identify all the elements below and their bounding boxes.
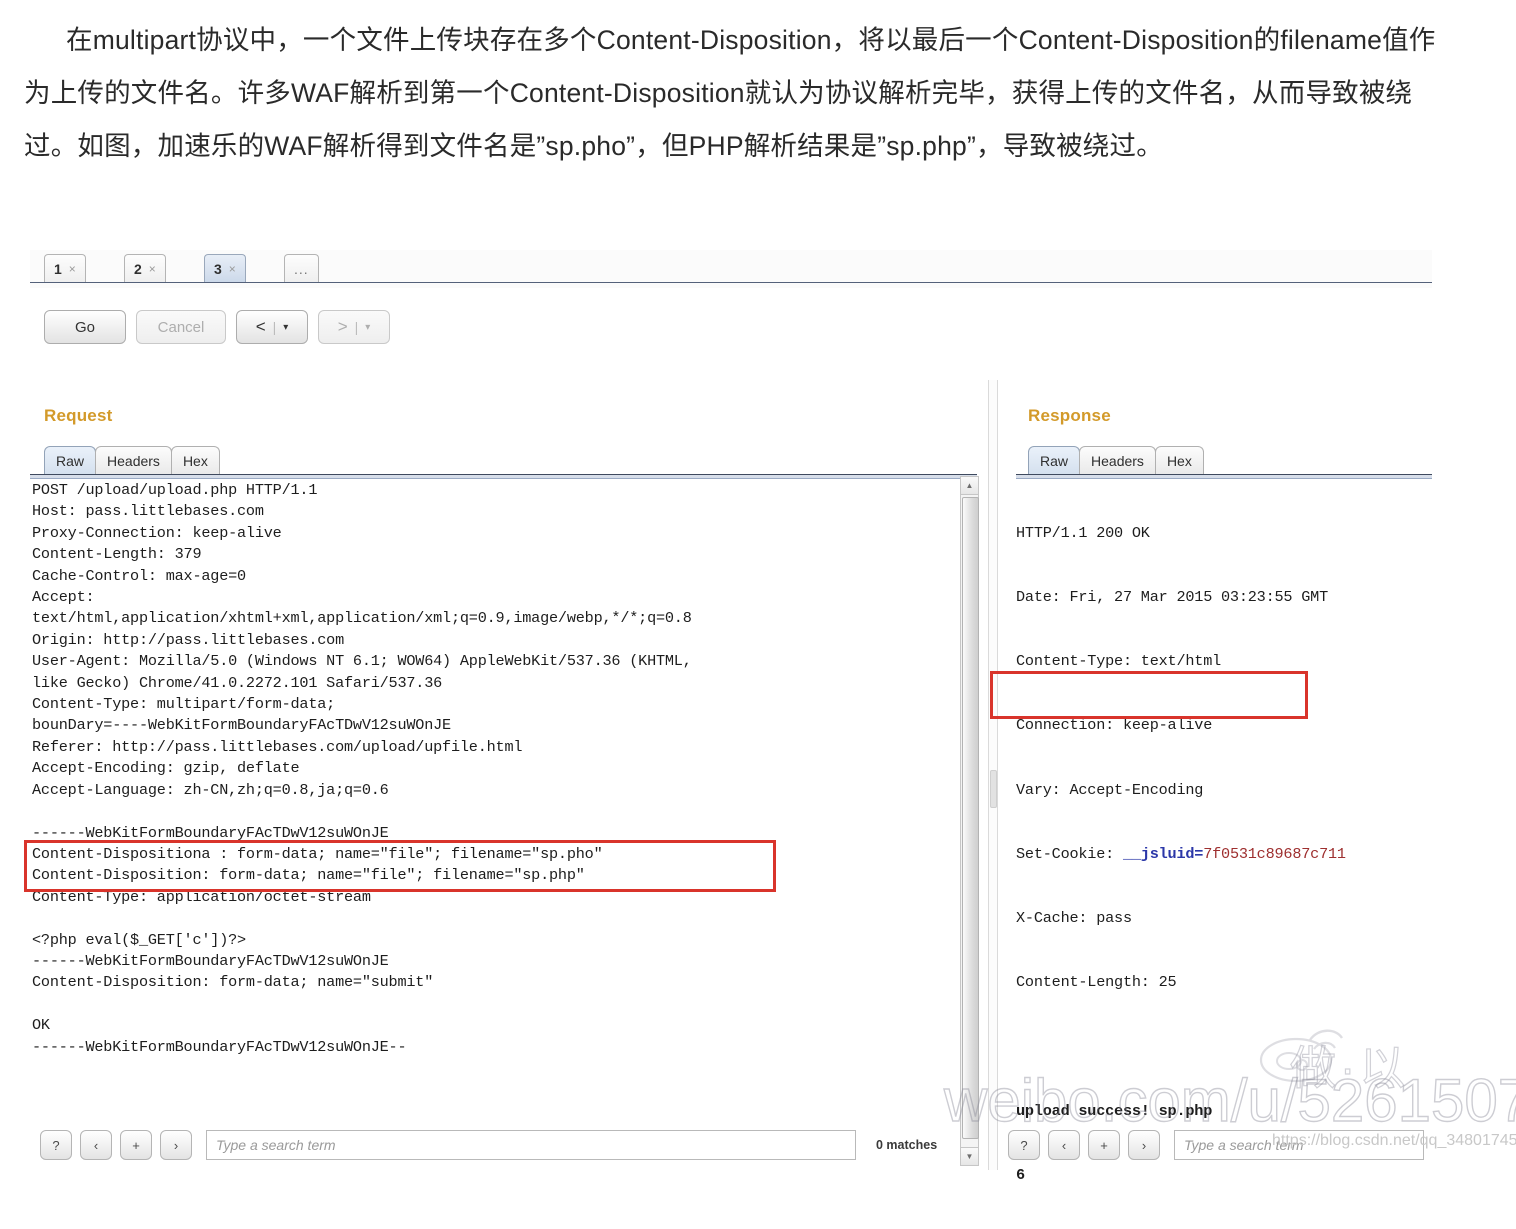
repeater-tab-1[interactable]: 1 × (44, 254, 86, 282)
chevron-right-icon: > (337, 317, 348, 336)
set-cookie-label: Set-Cookie: (1016, 844, 1123, 863)
scroll-up-icon[interactable]: ▲ (961, 477, 978, 495)
response-head-line-3: Connection: keep-alive (1016, 716, 1213, 735)
request-scrollbar[interactable]: ▲ ▼ (960, 476, 979, 1166)
button-divider: | (272, 319, 277, 335)
previous-request-button[interactable]: < | ▾ (236, 310, 308, 344)
search-next-button[interactable]: › (1128, 1130, 1160, 1160)
button-divider: | (354, 319, 359, 335)
response-tabs: Raw Headers Hex (1028, 446, 1204, 475)
repeater-tab-more[interactable]: ... (284, 254, 319, 282)
request-tabs-rule (30, 474, 977, 479)
search-previous-button[interactable]: ‹ (80, 1130, 112, 1160)
request-search-bar: ? ‹ + › Type a search term 0 matches (40, 1130, 937, 1160)
chevron-left-icon: < (255, 317, 266, 336)
response-body-line-2: 6 (1016, 1166, 1025, 1184)
repeater-tab-3[interactable]: 3 × (204, 254, 246, 282)
repeater-tab-2[interactable]: 2 × (124, 254, 166, 282)
request-tab-headers[interactable]: Headers (95, 446, 172, 475)
search-add-button[interactable]: + (1088, 1130, 1120, 1160)
scrollbar-thumb[interactable] (962, 497, 979, 1139)
response-head-line-0: HTTP/1.1 200 OK (1016, 523, 1150, 542)
set-cookie-name: __jsluid= (1122, 844, 1204, 863)
search-help-button[interactable]: ? (40, 1130, 72, 1160)
response-set-cookie-line: Set-Cookie: __jsluid=7f0531c89687c711 (1016, 844, 1436, 865)
repeater-tab-1-label: 1 (54, 260, 62, 277)
next-request-button[interactable]: > | ▾ (318, 310, 390, 344)
article-paragraph: 在multipart协议中，一个文件上传块存在多个Content-Disposi… (24, 14, 1444, 173)
repeater-toolbar: Go Cancel < | ▾ > | ▾ (44, 310, 390, 344)
article-text: 在multipart协议中，一个文件上传块存在多个Content-Disposi… (24, 25, 1436, 161)
request-message-editor[interactable]: POST /upload/upload.php HTTP/1.1 Host: p… (32, 480, 962, 1058)
search-next-button[interactable]: › (160, 1130, 192, 1160)
request-tab-hex[interactable]: Hex (170, 446, 220, 475)
repeater-tab-2-label: 2 (134, 260, 142, 277)
close-icon[interactable]: × (149, 262, 156, 276)
response-tabs-rule (1016, 474, 1432, 479)
csdn-blog-url: https://blog.csdn.net/qq_34801745 (1272, 1132, 1516, 1149)
response-tail-line-0: X-Cache: pass (1016, 909, 1132, 928)
repeater-body: Go Cancel < | ▾ > | ▾ Request Raw Header… (24, 288, 1432, 1184)
response-head-line-1: Date: Fri, 27 Mar 2015 03:23:55 GMT (1016, 588, 1328, 607)
burp-repeater-window: 1 × 2 × 3 × ... Go Cancel < | ▾ > | ▾ Re… (24, 250, 1432, 1184)
go-button[interactable]: Go (44, 310, 126, 344)
response-tail-line-1: Content-Length: 25 (1016, 973, 1177, 992)
response-tab-raw[interactable]: Raw (1028, 446, 1081, 475)
set-cookie-value: 7f0531c89687c711 (1203, 844, 1346, 863)
response-head-line-4: Vary: Accept-Encoding (1016, 780, 1204, 799)
response-tab-headers[interactable]: Headers (1079, 446, 1156, 475)
repeater-tab-3-label: 3 (214, 260, 222, 277)
splitter-grip[interactable] (990, 770, 997, 808)
response-section-label: Response (1028, 406, 1111, 425)
chevron-down-icon: ▾ (365, 321, 371, 333)
search-previous-button[interactable]: ‹ (1048, 1130, 1080, 1160)
response-tab-hex[interactable]: Hex (1154, 446, 1204, 475)
response-message-editor[interactable]: HTTP/1.1 200 OK Date: Fri, 27 Mar 2015 0… (1016, 480, 1436, 1229)
chevron-down-icon: ▾ (283, 321, 289, 333)
request-tab-raw[interactable]: Raw (44, 446, 97, 475)
close-icon[interactable]: × (69, 262, 76, 276)
request-tabs: Raw Headers Hex (44, 446, 220, 475)
response-body-line-1: upload success! sp.php (1016, 1101, 1213, 1120)
panel-splitter[interactable] (988, 380, 998, 1170)
search-add-button[interactable]: + (120, 1130, 152, 1160)
request-match-count: 0 matches (876, 1138, 938, 1152)
request-search-input[interactable]: Type a search term (206, 1130, 856, 1160)
scroll-down-icon[interactable]: ▼ (961, 1147, 978, 1165)
search-help-button[interactable]: ? (1008, 1130, 1040, 1160)
close-icon[interactable]: × (229, 262, 236, 276)
cancel-button[interactable]: Cancel (136, 310, 226, 344)
repeater-tab-strip: 1 × 2 × 3 × ... (30, 250, 1432, 290)
response-head-line-2: Content-Type: text/html (1016, 652, 1222, 671)
request-section-label: Request (44, 406, 113, 425)
